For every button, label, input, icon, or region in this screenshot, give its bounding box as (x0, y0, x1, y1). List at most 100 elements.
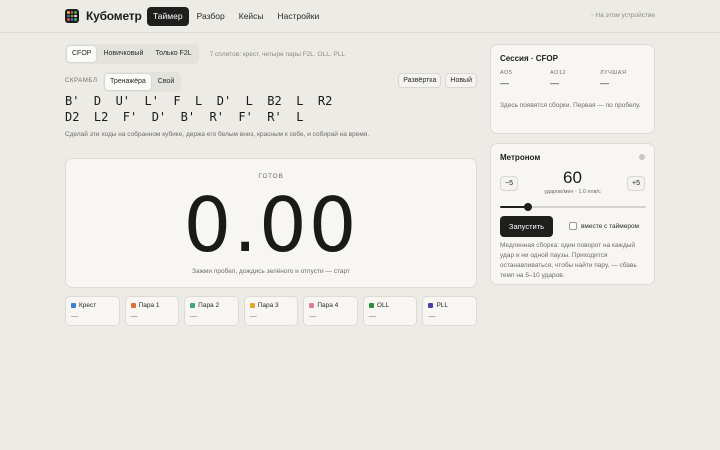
main-nav: Таймер Разбор Кейсы Настройки (147, 7, 325, 26)
split-value: — (249, 313, 257, 320)
split-value: — (71, 313, 78, 320)
scramble-label: СКРАМБЛ (65, 78, 98, 84)
split-value: — (368, 313, 376, 320)
split-label: Пара 3 (257, 302, 279, 309)
scramble-moves: B' D U' L' F L D' L B2 L R2 D2 L2 F' D' B… (65, 93, 477, 125)
logo-cell (67, 18, 70, 21)
timer-panel[interactable]: ГОТОВ 0.00 Зажми пробел, дождись зелёног… (65, 158, 477, 288)
split-header: OLL (368, 302, 412, 309)
session-empty-state: Здесь появятся сборки. Первая — по пробе… (500, 102, 641, 109)
with-timer-option[interactable]: вместе с таймером (569, 222, 639, 230)
session-card: Сессия · CFOP AO5 — AO12 — ЛУЧШАЯ — Здес… (490, 44, 655, 134)
split-label: OLL (376, 302, 390, 309)
split-card: Пара 3— (243, 296, 299, 326)
split-value: — (130, 313, 138, 320)
logo-cell (70, 14, 74, 18)
stat-label: AO5 (500, 70, 513, 76)
slider-handle[interactable] (523, 203, 532, 211)
split-color-swatch (190, 303, 196, 308)
nav-settings[interactable]: Настройки (272, 7, 326, 26)
stat-best: ЛУЧШАЯ — (600, 70, 650, 88)
stat-label: AO12 (550, 70, 567, 76)
scramble-hint: Сделай эти ходы на собранном кубике, дер… (65, 131, 370, 138)
mode-beginner[interactable]: Новичковый (98, 46, 148, 62)
mode-cfop[interactable]: CFOP (67, 46, 97, 62)
method-modes: CFOP Новичковый Только F2L 7 сплитов: кр… (65, 44, 345, 64)
split-label: Крест (79, 302, 97, 309)
logo-cell (74, 11, 77, 14)
bpm-increase-button[interactable]: +5 (627, 176, 645, 191)
with-timer-label: вместе с таймером (581, 222, 640, 230)
metronome-card: Метроном −5 60 ударов/мин · 1.0 пов/с +5… (490, 143, 655, 285)
scramble-toolbar: СКРАМБЛ Тренажёра Свой Развёртка Новый (65, 72, 477, 92)
split-header: Пара 4 (309, 302, 352, 309)
app-name: Кубометр (86, 9, 142, 23)
split-card: Пара 2— (184, 296, 239, 326)
split-header: Пара 2 (190, 302, 233, 309)
split-card: OLL — (362, 296, 418, 326)
split-label: Пара 1 (138, 302, 160, 309)
split-color-swatch (249, 303, 255, 308)
beat-indicator-icon (639, 154, 645, 160)
nav-cases[interactable]: Кейсы (233, 7, 270, 26)
split-header: Пара 1 (130, 302, 174, 309)
split-label: Пара 4 (317, 302, 339, 309)
metronome-title: Метроном (500, 153, 541, 162)
split-card: Пара 4— (303, 296, 358, 326)
net-button[interactable]: Развёртка (398, 73, 442, 88)
split-color-swatch (428, 303, 434, 308)
stat-label: ЛУЧШАЯ (600, 70, 627, 76)
split-header: Крест (71, 302, 114, 309)
stat-value: — (500, 78, 509, 88)
mode-description: 7 сплитов: крест, четыре пары F2L, OLL, … (209, 50, 345, 58)
timer-status: ГОТОВ (258, 173, 284, 180)
split-card: Пара 1— (124, 296, 180, 326)
split-color-swatch (130, 303, 136, 308)
split-list: Крест — Пара 1— Пара 2— Пара 3— Пара 4— OLL — PL… (65, 296, 478, 326)
new-scramble-button[interactable]: Новый (445, 73, 477, 88)
logo-cell (74, 14, 77, 18)
bpm-slider[interactable] (500, 203, 646, 211)
split-card: PLL — (422, 296, 478, 326)
split-color-swatch (368, 303, 374, 308)
cube-logo-icon (65, 9, 79, 23)
split-color-swatch (71, 303, 76, 308)
split-card: Крест — (65, 296, 120, 326)
timer-display: 0.00 (183, 181, 359, 269)
source-trainer[interactable]: Тренажёра (105, 74, 151, 90)
split-value: — (309, 313, 317, 320)
split-label: Пара 2 (198, 302, 220, 309)
split-label: PLL (436, 302, 449, 309)
stat-ao12: AO12 — (550, 70, 600, 88)
scramble-actions: Развёртка Новый (398, 73, 477, 88)
split-color-swatch (309, 303, 315, 308)
stat-value: — (550, 78, 559, 88)
logo-cell (70, 18, 74, 21)
split-header: Пара 3 (249, 302, 293, 309)
metronome-description: Медленная сборка: один поворот на каждый… (500, 242, 637, 279)
top-bar: Кубометр Таймер Разбор Кейсы Настройки ◦… (0, 0, 720, 33)
mode-f2l-only[interactable]: Только F2L (150, 46, 196, 62)
logo-cell (67, 11, 70, 14)
scramble-source-selector: Тренажёра Свой (103, 72, 182, 92)
logo-cell (70, 11, 74, 14)
logo-cell (74, 18, 77, 21)
split-value: — (428, 313, 436, 320)
split-header: PLL (428, 302, 471, 309)
nav-timer[interactable]: Таймер (147, 7, 189, 26)
method-selector: CFOP Новичковый Только F2L (65, 44, 199, 64)
scramble-line-2: D2 L2 F' D' B' R' F' R' L (65, 110, 304, 124)
storage-note: ◦ На этом устройстве (591, 12, 655, 19)
session-title: Сессия · CFOP (500, 54, 558, 63)
timer-hint: Зажми пробел, дождись зелёного и отпусти… (192, 268, 350, 275)
logo-cell (67, 14, 70, 18)
start-metronome-button[interactable]: Запустить (500, 216, 553, 237)
split-value: — (190, 313, 198, 320)
stat-ao5: AO5 — (500, 70, 550, 88)
stat-value: — (600, 78, 609, 88)
with-timer-checkbox[interactable] (569, 222, 577, 230)
nav-analysis[interactable]: Разбор (191, 7, 231, 26)
scramble-line-1: B' D U' L' F L D' L B2 L R2 (65, 94, 333, 108)
session-stats: AO5 — AO12 — ЛУЧШАЯ — (500, 70, 650, 88)
source-custom[interactable]: Свой (153, 74, 180, 90)
